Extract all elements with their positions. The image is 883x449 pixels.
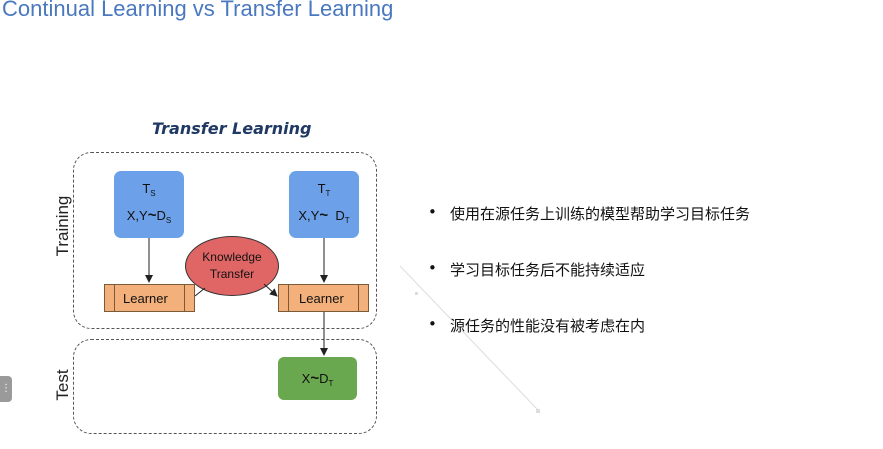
menu-handle-icon[interactable]: ⋮: [0, 376, 12, 402]
decorative-dot: [415, 292, 418, 295]
bullet-item: • 学习目标任务后不能持续适应: [428, 259, 646, 279]
bullet-marker: •: [428, 259, 437, 277]
arrow-learner-to-knowledge: [194, 287, 206, 297]
bullet-item: • 使用在源任务上训练的模型帮助学习目标任务: [428, 203, 751, 223]
bullet-marker: •: [428, 315, 437, 333]
bullet-marker: •: [428, 203, 437, 221]
decorative-dot: [536, 409, 540, 413]
bullet-list: • 使用在源任务上训练的模型帮助学习目标任务 • 学习目标任务后不能持续适应 • 源任…: [428, 203, 750, 371]
bullet-item: • 源任务的性能没有被考虑在内: [428, 315, 646, 335]
arrow-knowledge-to-learner: [263, 283, 278, 297]
